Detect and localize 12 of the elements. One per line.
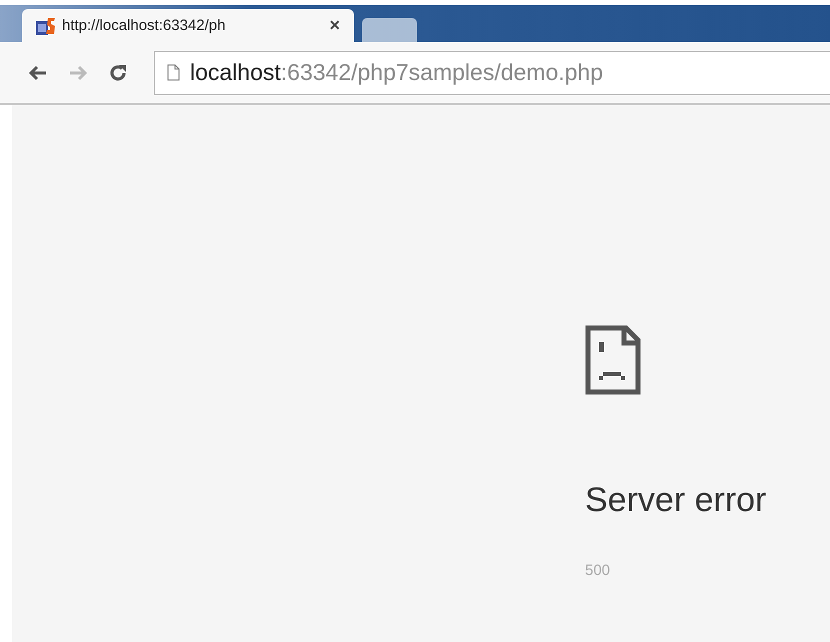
error-title: Server error	[585, 481, 766, 520]
tab-title: http://localhost:63342/ph	[62, 17, 226, 34]
reload-icon[interactable]	[108, 62, 128, 82]
php-logo-icon	[36, 16, 56, 34]
error-code: 500	[585, 562, 610, 579]
back-arrow-icon[interactable]	[28, 64, 48, 80]
page-icon	[167, 64, 180, 81]
sad-page-icon	[585, 325, 641, 395]
address-bar[interactable]: localhost:63342/php7samples/demo.php	[154, 50, 830, 94]
browser-tab[interactable]: http://localhost:63342/ph ×	[22, 9, 354, 42]
url-text: localhost:63342/php7samples/demo.php	[190, 59, 604, 86]
close-tab-button[interactable]: ×	[325, 15, 344, 36]
